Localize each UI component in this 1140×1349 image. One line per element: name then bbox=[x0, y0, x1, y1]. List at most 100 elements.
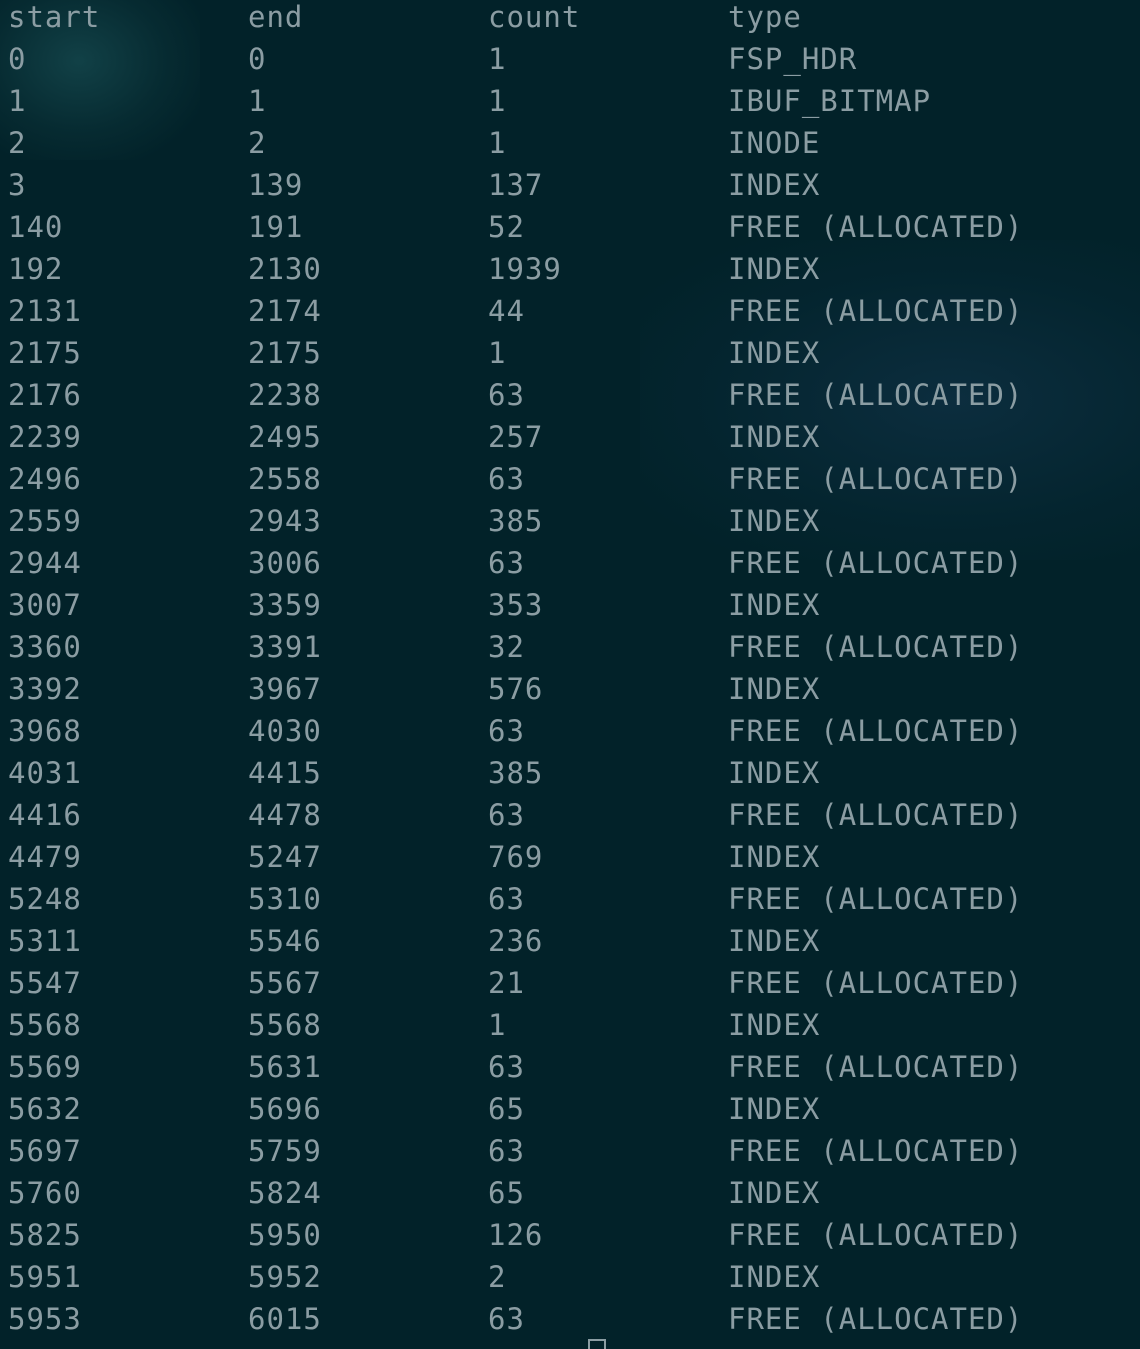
cell-type: FREE (ALLOCATED) bbox=[728, 1302, 1024, 1336]
cell-count: 65 bbox=[488, 1176, 525, 1210]
table-row: 0 0 1 FSP_HDR bbox=[0, 42, 1140, 84]
table-row: 4031 4415 385 INDEX bbox=[0, 756, 1140, 798]
cell-type: FREE (ALLOCATED) bbox=[728, 798, 1024, 832]
cell-start: 2496 bbox=[8, 462, 82, 496]
cell-start: 4479 bbox=[8, 840, 82, 874]
cell-end: 139 bbox=[248, 168, 304, 202]
cell-start: 3968 bbox=[8, 714, 82, 748]
cell-end: 5696 bbox=[248, 1092, 322, 1126]
cell-start: 140 bbox=[8, 210, 64, 244]
table-row: 5311 5546 236 INDEX bbox=[0, 924, 1140, 966]
table-row: 2944 3006 63 FREE (ALLOCATED) bbox=[0, 546, 1140, 588]
cell-start: 5311 bbox=[8, 924, 82, 958]
cell-end: 2130 bbox=[248, 252, 322, 286]
cell-type: INDEX bbox=[728, 756, 821, 790]
cell-start: 2 bbox=[8, 126, 27, 160]
cell-count: 769 bbox=[488, 840, 544, 874]
table-row: 192 2130 1939 INDEX bbox=[0, 252, 1140, 294]
table-row: 5953 6015 63 FREE (ALLOCATED) bbox=[0, 1302, 1140, 1344]
cell-type: INODE bbox=[728, 126, 821, 160]
cell-start: 3360 bbox=[8, 630, 82, 664]
cell-start: 5632 bbox=[8, 1092, 82, 1126]
cell-end: 3359 bbox=[248, 588, 322, 622]
cell-start: 1 bbox=[8, 84, 27, 118]
terminal-cursor bbox=[588, 1339, 606, 1349]
cell-type: FREE (ALLOCATED) bbox=[728, 294, 1024, 328]
cell-type: INDEX bbox=[728, 420, 821, 454]
cell-type: FREE (ALLOCATED) bbox=[728, 462, 1024, 496]
cell-type: INDEX bbox=[728, 672, 821, 706]
cell-start: 5953 bbox=[8, 1302, 82, 1336]
table-row: 5248 5310 63 FREE (ALLOCATED) bbox=[0, 882, 1140, 924]
cell-start: 5697 bbox=[8, 1134, 82, 1168]
cell-end: 3391 bbox=[248, 630, 322, 664]
cell-type: INDEX bbox=[728, 168, 821, 202]
cell-start: 2131 bbox=[8, 294, 82, 328]
cell-count: 1 bbox=[488, 1008, 507, 1042]
table-row: 4479 5247 769 INDEX bbox=[0, 840, 1140, 882]
cell-end: 4415 bbox=[248, 756, 322, 790]
cell-count: 1 bbox=[488, 336, 507, 370]
cell-start: 192 bbox=[8, 252, 64, 286]
table-row: 2496 2558 63 FREE (ALLOCATED) bbox=[0, 462, 1140, 504]
table-row: 2176 2238 63 FREE (ALLOCATED) bbox=[0, 378, 1140, 420]
cell-start: 0 bbox=[8, 42, 27, 76]
cell-end: 2495 bbox=[248, 420, 322, 454]
cell-count: 63 bbox=[488, 546, 525, 580]
cell-start: 3392 bbox=[8, 672, 82, 706]
cell-end: 191 bbox=[248, 210, 304, 244]
cell-type: INDEX bbox=[728, 924, 821, 958]
cell-type: FREE (ALLOCATED) bbox=[728, 1218, 1024, 1252]
cell-end: 5247 bbox=[248, 840, 322, 874]
cell-start: 2944 bbox=[8, 546, 82, 580]
terminal-output[interactable]: start end count type 0 0 1 FSP_HDR 1 1 1 IBUF_B… bbox=[0, 0, 1140, 1349]
cell-type: FSP_HDR bbox=[728, 42, 858, 76]
cell-end: 5546 bbox=[248, 924, 322, 958]
cell-type: IBUF_BITMAP bbox=[728, 84, 932, 118]
cell-end: 5824 bbox=[248, 1176, 322, 1210]
cell-type: FREE (ALLOCATED) bbox=[728, 630, 1024, 664]
cell-type: FREE (ALLOCATED) bbox=[728, 210, 1024, 244]
table-row: 5568 5568 1 INDEX bbox=[0, 1008, 1140, 1050]
table-row: 5569 5631 63 FREE (ALLOCATED) bbox=[0, 1050, 1140, 1092]
cell-count: 257 bbox=[488, 420, 544, 454]
cell-type: FREE (ALLOCATED) bbox=[728, 378, 1024, 412]
table-row: 5697 5759 63 FREE (ALLOCATED) bbox=[0, 1134, 1140, 1176]
cell-start: 2239 bbox=[8, 420, 82, 454]
column-header-type: type bbox=[728, 0, 802, 34]
cell-count: 576 bbox=[488, 672, 544, 706]
cell-type: FREE (ALLOCATED) bbox=[728, 546, 1024, 580]
cell-end: 5759 bbox=[248, 1134, 322, 1168]
cell-count: 63 bbox=[488, 1134, 525, 1168]
cell-start: 2559 bbox=[8, 504, 82, 538]
cell-type: INDEX bbox=[728, 252, 821, 286]
cell-count: 1 bbox=[488, 126, 507, 160]
cell-type: INDEX bbox=[728, 504, 821, 538]
cell-end: 3967 bbox=[248, 672, 322, 706]
cell-type: INDEX bbox=[728, 840, 821, 874]
column-header-start: start bbox=[8, 0, 101, 34]
cell-type: INDEX bbox=[728, 1008, 821, 1042]
table-row: 2239 2495 257 INDEX bbox=[0, 420, 1140, 462]
column-header-end: end bbox=[248, 0, 304, 34]
cell-count: 63 bbox=[488, 1050, 525, 1084]
cell-type: INDEX bbox=[728, 1176, 821, 1210]
table-row: 2 2 1 INODE bbox=[0, 126, 1140, 168]
cell-start: 5248 bbox=[8, 882, 82, 916]
cell-type: FREE (ALLOCATED) bbox=[728, 966, 1024, 1000]
cell-start: 3007 bbox=[8, 588, 82, 622]
cell-count: 353 bbox=[488, 588, 544, 622]
cell-end: 1 bbox=[248, 84, 267, 118]
cell-count: 32 bbox=[488, 630, 525, 664]
cell-count: 52 bbox=[488, 210, 525, 244]
cell-count: 63 bbox=[488, 462, 525, 496]
cell-end: 2943 bbox=[248, 504, 322, 538]
cell-start: 4416 bbox=[8, 798, 82, 832]
cell-end: 0 bbox=[248, 42, 267, 76]
cell-end: 5567 bbox=[248, 966, 322, 1000]
cell-end: 2175 bbox=[248, 336, 322, 370]
table-header-row: start end count type bbox=[0, 0, 1140, 42]
cell-start: 4031 bbox=[8, 756, 82, 790]
cell-end: 5568 bbox=[248, 1008, 322, 1042]
cell-end: 5952 bbox=[248, 1260, 322, 1294]
